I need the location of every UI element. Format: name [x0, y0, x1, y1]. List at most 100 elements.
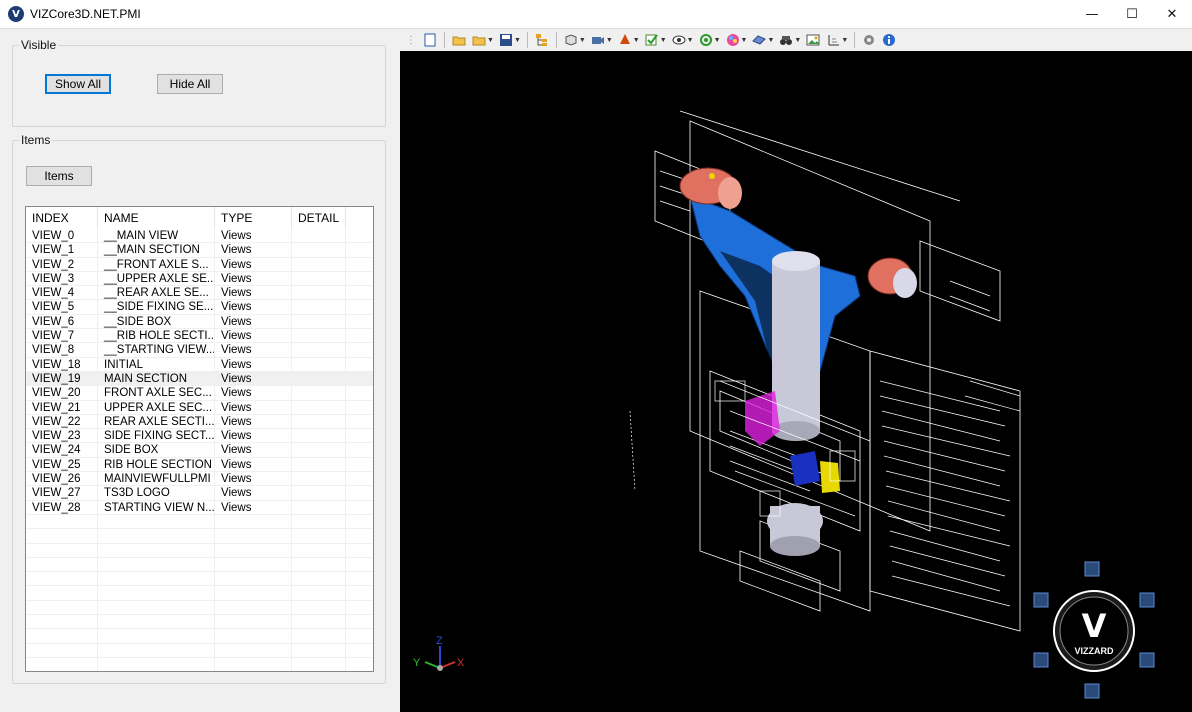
- items-list-view[interactable]: INDEX NAME TYPE DETAIL VIEW_0 __MAIN VIEW…: [25, 206, 374, 672]
- view-cube-left[interactable]: [1033, 592, 1049, 608]
- save-icon[interactable]: [499, 33, 513, 47]
- cell-index: VIEW_26: [26, 472, 98, 486]
- cell-type: Views: [215, 386, 292, 400]
- cell-detail: [292, 314, 346, 329]
- palette-icon[interactable]: [726, 33, 740, 47]
- close-button[interactable]: ✕: [1152, 0, 1192, 29]
- cell-type: Views: [215, 500, 292, 514]
- info-icon[interactable]: [882, 33, 896, 47]
- table-row[interactable]: VIEW_7 __RIB HOLE SECTI... Views: [26, 329, 373, 344]
- new-icon[interactable]: [423, 33, 437, 47]
- table-row[interactable]: VIEW_2 __FRONT AXLE S... Views: [26, 257, 373, 272]
- 3d-viewport[interactable]: Z X Y V VIZZARD: [400, 51, 1192, 712]
- viewer-toolbar: ⋮ ▼ ▼ ▼ ▼ ▼ ▼ ▼ ▼ ▼ ▼ ▼ ▼: [400, 29, 1192, 51]
- camera-icon[interactable]: [591, 33, 605, 47]
- table-row[interactable]: VIEW_1 __MAIN SECTION Views: [26, 243, 373, 258]
- table-row[interactable]: VIEW_24 SIDE BOX Views: [26, 443, 373, 458]
- empty-row: [26, 629, 373, 644]
- cell-detail: [292, 286, 346, 300]
- cell-type: Views: [215, 286, 292, 300]
- table-row[interactable]: VIEW_28 STARTING VIEW N... Views: [26, 500, 373, 515]
- list-rows: VIEW_0 __MAIN VIEW Views VIEW_1 __MAIN SECTI…: [26, 229, 373, 671]
- hide-all-button[interactable]: Hide All: [157, 74, 223, 94]
- cell-name: __REAR AXLE SE...: [98, 286, 215, 300]
- toolbar-separator: [854, 32, 856, 48]
- table-row[interactable]: VIEW_26 MAINVIEWFULLPMI Views: [26, 472, 373, 487]
- column-header-type[interactable]: TYPE: [215, 207, 292, 228]
- view-cube-back-right[interactable]: [1139, 652, 1155, 668]
- binoculars-icon[interactable]: [779, 33, 793, 47]
- cell-type: Views: [215, 243, 292, 257]
- cell-type: Views: [215, 414, 292, 429]
- maximize-button[interactable]: ☐: [1112, 0, 1152, 29]
- column-header-index[interactable]: INDEX: [26, 207, 98, 228]
- column-header-detail[interactable]: DETAIL: [292, 207, 346, 228]
- table-row[interactable]: VIEW_4 __REAR AXLE SE... Views: [26, 286, 373, 301]
- cell-detail: [292, 386, 346, 400]
- table-row[interactable]: VIEW_19 MAIN SECTION Views: [26, 371, 373, 387]
- table-row[interactable]: VIEW_22 REAR AXLE SECTI... Views: [26, 414, 373, 430]
- items-button[interactable]: Items: [26, 166, 92, 186]
- cell-index: VIEW_5: [26, 300, 98, 314]
- cell-type: Views: [215, 486, 292, 500]
- settings-icon[interactable]: [862, 33, 876, 47]
- toolbar-separator: [555, 32, 557, 48]
- table-row[interactable]: VIEW_23 SIDE FIXING SECT... Views: [26, 429, 373, 444]
- table-row[interactable]: VIEW_27 TS3D LOGO Views: [26, 486, 373, 501]
- eye-icon[interactable]: [672, 33, 686, 47]
- table-row[interactable]: VIEW_8 __STARTING VIEW... Views: [26, 343, 373, 358]
- visible-group-label: Visible: [19, 38, 59, 52]
- cell-detail: [292, 472, 346, 486]
- cell-index: VIEW_20: [26, 386, 98, 400]
- table-row[interactable]: VIEW_0 __MAIN VIEW Views: [26, 229, 373, 244]
- view-cube-bottom[interactable]: [1084, 683, 1100, 699]
- cell-index: VIEW_4: [26, 286, 98, 300]
- table-row[interactable]: VIEW_21 UPPER AXLE SEC... Views: [26, 400, 373, 415]
- visible-groupbox: Visible Show All Hide All: [12, 38, 386, 127]
- app-icon: V: [8, 6, 24, 22]
- view-cube-back-left[interactable]: [1033, 652, 1049, 668]
- axis-z-label: Z: [436, 635, 443, 647]
- table-row[interactable]: VIEW_25 RIB HOLE SECTION Views: [26, 457, 373, 473]
- cell-name: FRONT AXLE SEC...: [98, 386, 215, 400]
- empty-row: [26, 643, 373, 658]
- cell-type: Views: [215, 343, 292, 357]
- empty-row: [26, 615, 373, 630]
- tree-icon[interactable]: [535, 33, 549, 47]
- minimize-button[interactable]: —: [1072, 0, 1112, 29]
- title-bar: V VIZCore3D.NET.PMI — ☐ ✕: [0, 0, 1192, 29]
- open-folder-icon[interactable]: [452, 33, 466, 47]
- table-row[interactable]: VIEW_6 __SIDE BOX Views: [26, 314, 373, 330]
- cell-name: __MAIN SECTION: [98, 243, 215, 257]
- column-header-name[interactable]: NAME: [98, 207, 215, 228]
- view-cube-top[interactable]: [1084, 561, 1100, 577]
- cell-index: VIEW_2: [26, 257, 98, 271]
- empty-row: [26, 514, 373, 530]
- open-folder-dropdown-icon[interactable]: [472, 33, 486, 47]
- cell-index: VIEW_1: [26, 243, 98, 257]
- table-row[interactable]: VIEW_20 FRONT AXLE SEC... Views: [26, 386, 373, 401]
- show-all-button[interactable]: Show All: [45, 74, 111, 94]
- cell-name: TS3D LOGO: [98, 486, 215, 500]
- table-row[interactable]: VIEW_3 __UPPER AXLE SE... Views: [26, 271, 373, 287]
- measure-icon[interactable]: [752, 33, 767, 47]
- checkbox-icon[interactable]: [645, 33, 659, 47]
- table-row[interactable]: VIEW_5 __SIDE FIXING SE... Views: [26, 300, 373, 315]
- box-view-icon[interactable]: [564, 33, 578, 47]
- cell-index: VIEW_25: [26, 457, 98, 472]
- cell-name: MAIN SECTION: [98, 371, 215, 386]
- cell-detail: [292, 257, 346, 271]
- cell-detail: [292, 243, 346, 257]
- rotate-icon[interactable]: [699, 33, 713, 47]
- cell-detail: [292, 500, 346, 514]
- cell-name: __UPPER AXLE SE...: [98, 271, 215, 286]
- axis-icon[interactable]: [826, 33, 840, 47]
- image-icon[interactable]: [806, 33, 820, 47]
- cell-index: VIEW_8: [26, 343, 98, 357]
- view-cube-right[interactable]: [1139, 592, 1155, 608]
- color-fill-icon[interactable]: [618, 33, 632, 47]
- cell-index: VIEW_0: [26, 229, 98, 243]
- table-row[interactable]: VIEW_18 INITIAL Views: [26, 357, 373, 372]
- cell-detail: [292, 443, 346, 457]
- cell-type: Views: [215, 229, 292, 243]
